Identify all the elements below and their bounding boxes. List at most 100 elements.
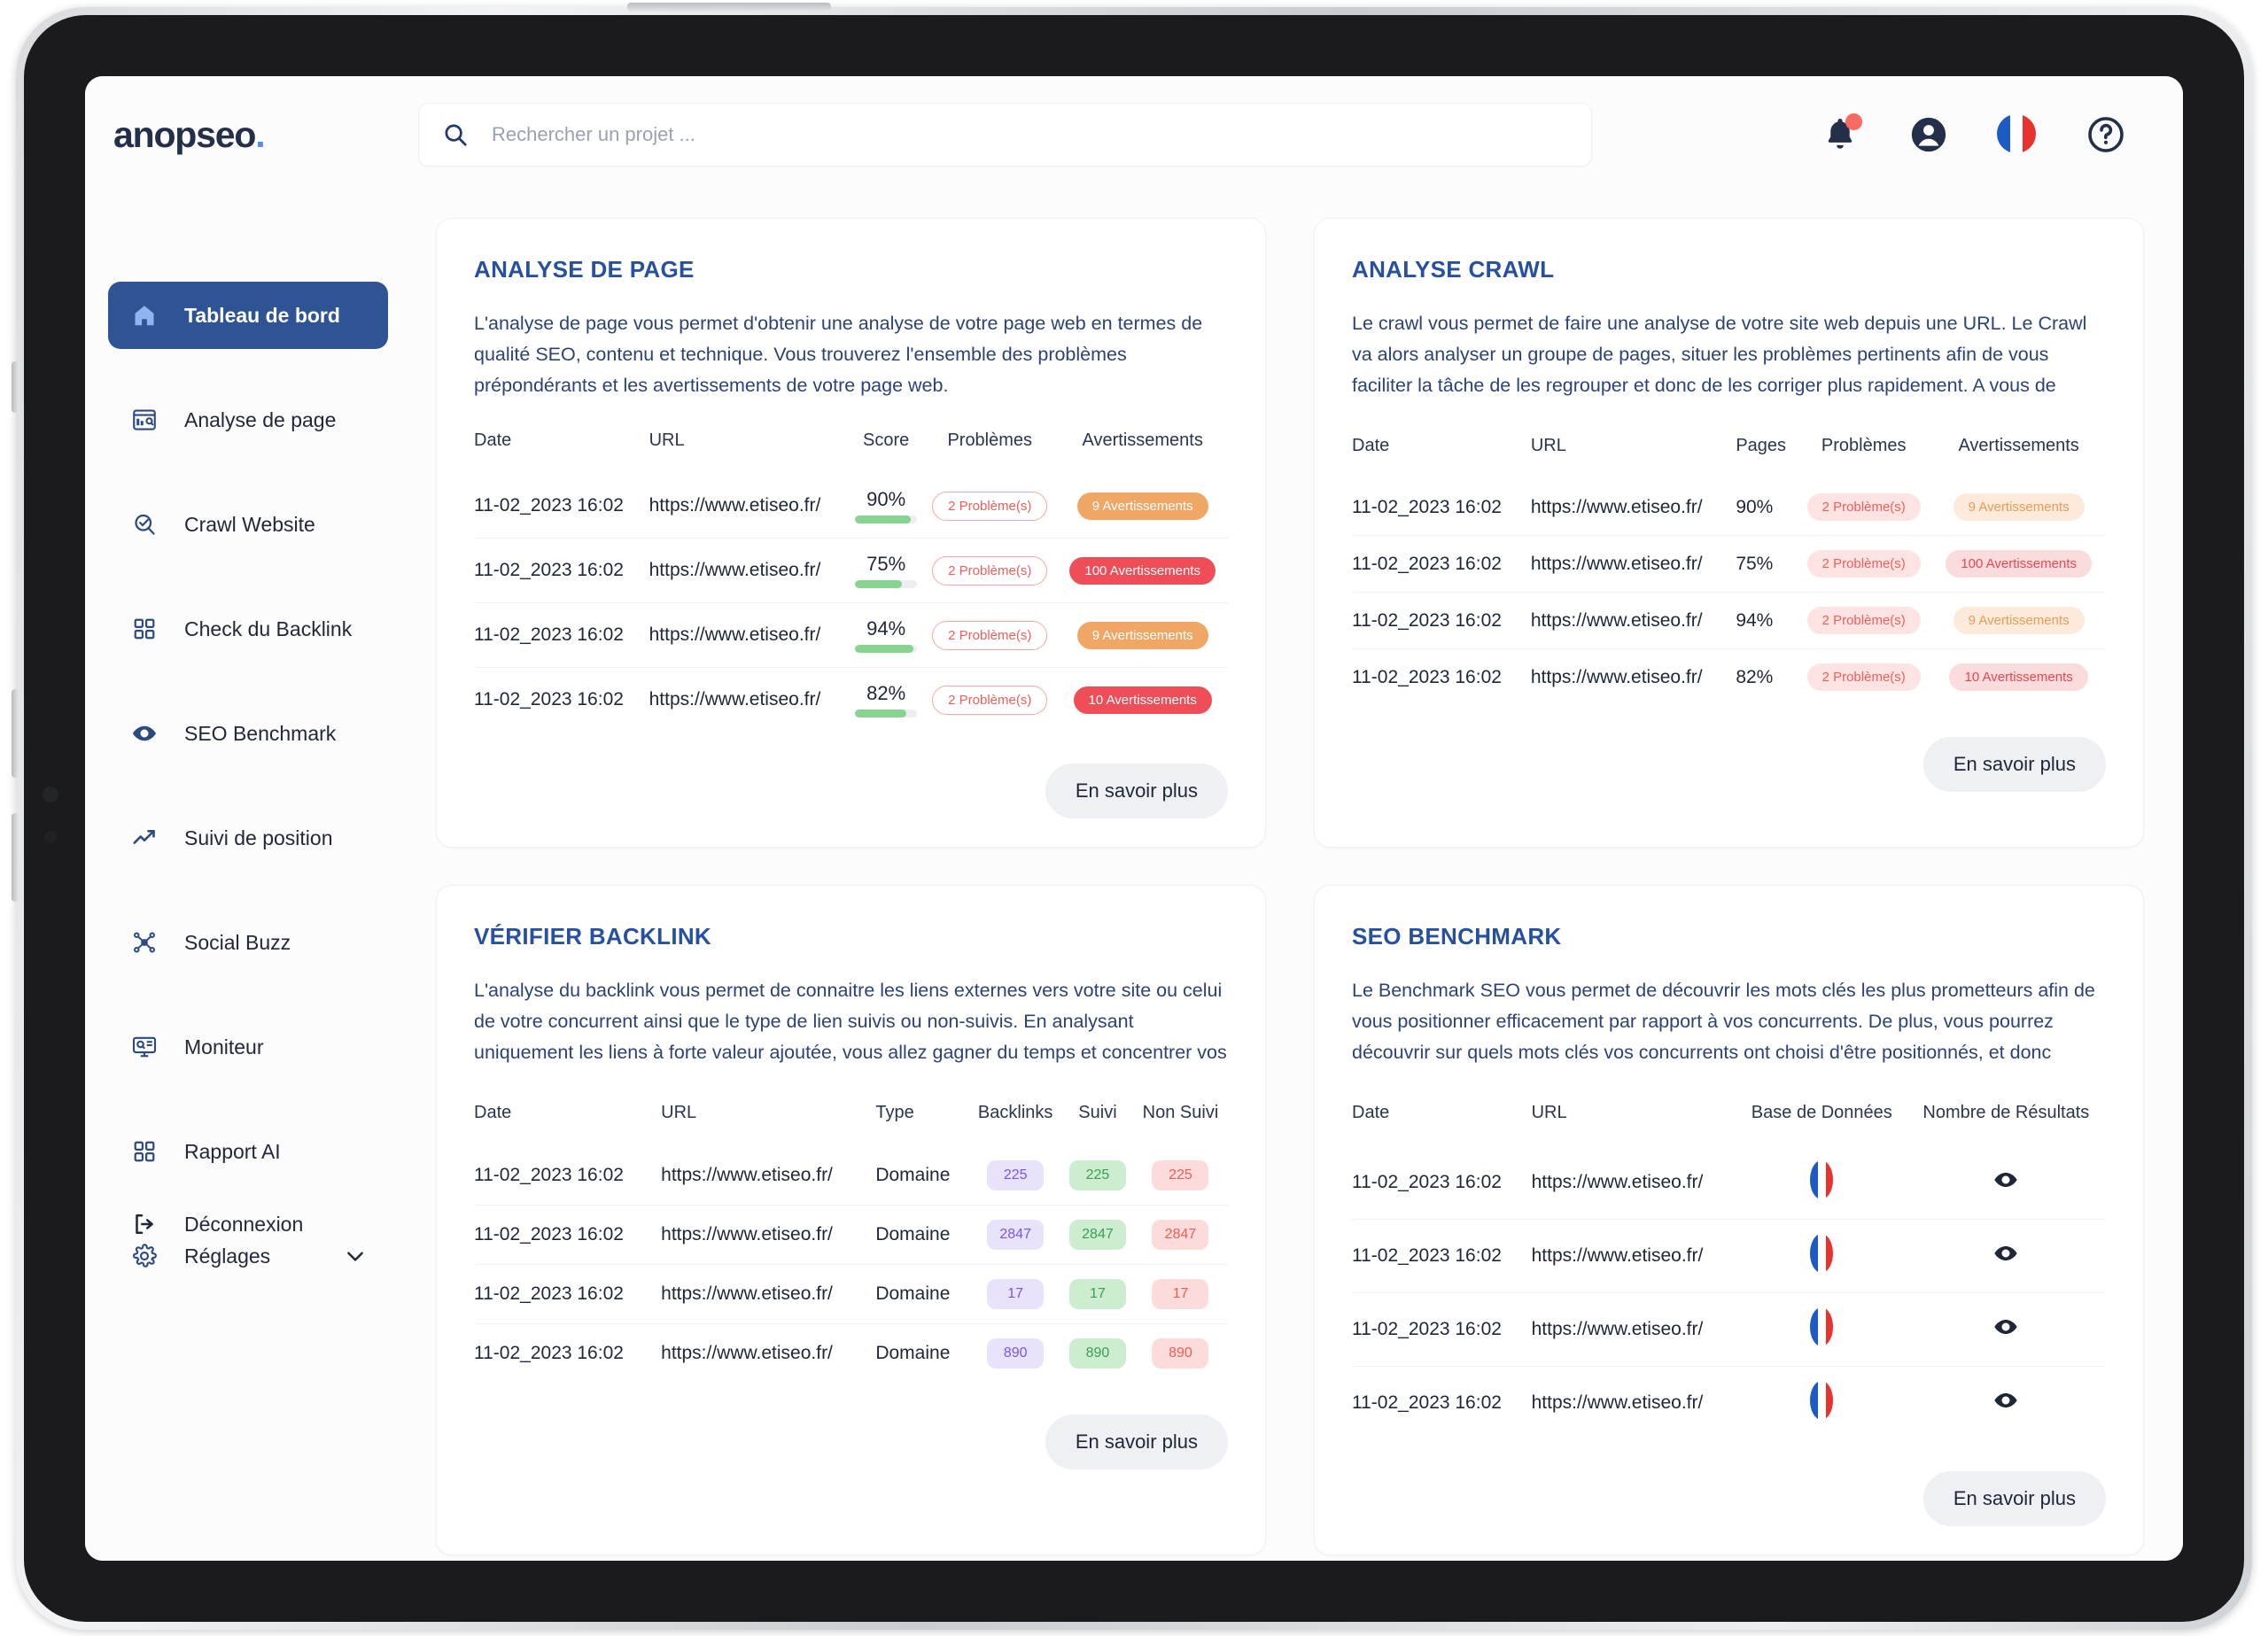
table-row[interactable]: 11-02_2023 16:02 https://www.etiseo.fr/ … [474, 538, 1228, 603]
table-row[interactable]: 11-02_2023 16:02 https://www.etiseo.fr/ [1352, 1146, 2106, 1220]
sidebar-item-moniteur[interactable]: Moniteur [108, 1013, 388, 1081]
table-row[interactable]: 11-02_2023 16:02 https://www.etiseo.fr/ … [474, 1323, 1228, 1384]
cell-date: 11-02_2023 16:02 [474, 1205, 662, 1265]
french-flag-icon [1810, 1307, 1834, 1347]
grid-icon [129, 614, 159, 644]
cell-problems: 2 Problème(s) [922, 602, 1058, 668]
search-bar[interactable] [418, 103, 1592, 167]
cell-problems: 2 Problème(s) [922, 474, 1057, 539]
warnings-badge: 10 Avertissements [1949, 663, 2088, 691]
sidebar-item-rapport-ai[interactable]: Rapport AI [108, 1118, 388, 1185]
suivi-badge: 2847 [1068, 1220, 1126, 1251]
col-date: Date [474, 1103, 512, 1123]
score-value: 75% [866, 553, 906, 576]
table-row[interactable]: 11-02_2023 16:02 https://www.etiseo.fr/ … [1352, 648, 2106, 705]
brand-logo[interactable]: anopseo. [85, 114, 411, 156]
french-flag-icon [1810, 1234, 1834, 1274]
en-savoir-plus-button[interactable]: En savoir plus [1922, 1471, 2106, 1527]
cell-warnings: 9 Avertissements [1931, 592, 2106, 649]
logout-wrapper: Déconnexion [85, 1190, 411, 1267]
suivi-badge: 17 [1068, 1279, 1126, 1310]
sidebar-item-suivi-de-position[interactable]: Suivi de position [108, 804, 388, 872]
warnings-badge: 9 Avertissements [1953, 607, 2085, 634]
cell-url: https://www.etiseo.fr/ [661, 1264, 876, 1324]
cell-date: 11-02_2023 16:02 [474, 602, 649, 668]
table-row[interactable]: 11-02_2023 16:02 https://www.etiseo.fr/ … [474, 1146, 1228, 1206]
cell-url: https://www.etiseo.fr/ [1531, 1219, 1737, 1293]
backlinks-badge: 17 [987, 1279, 1045, 1310]
card-description: L'analyse du backlink vous permet de con… [474, 980, 1227, 1073]
en-savoir-plus-button[interactable]: En savoir plus [1045, 1415, 1228, 1470]
notifications-bell-icon[interactable] [1820, 113, 1862, 155]
eye-icon[interactable] [1992, 1173, 2019, 1198]
cell-date: 11-02_2023 16:02 [474, 538, 649, 603]
problems-badge: 2 Problème(s) [1806, 663, 1921, 691]
card-footer: En savoir plus [1352, 1471, 2106, 1527]
warnings-badge: 100 Avertissements [1069, 556, 1216, 585]
brand-dot: . [255, 113, 265, 155]
cell-non-suivi: 225 [1133, 1146, 1228, 1206]
backlinks-badge: 890 [987, 1338, 1045, 1369]
help-circle-icon[interactable] [2085, 114, 2126, 155]
table-row[interactable]: 11-02_2023 16:02 https://www.etiseo.fr/ [1352, 1292, 2106, 1367]
table-row[interactable]: 11-02_2023 16:02 https://www.etiseo.fr/ … [474, 1205, 1228, 1265]
table-row[interactable]: 11-02_2023 16:02 https://www.etiseo.fr/ … [1352, 479, 2106, 536]
sidebar-item-deconnexion[interactable]: Déconnexion [108, 1190, 388, 1258]
en-savoir-plus-button[interactable]: En savoir plus [1045, 764, 1228, 819]
french-flag-icon[interactable] [1997, 114, 2038, 155]
search-input[interactable] [492, 123, 1568, 146]
sidebar-item-analyse-de-page[interactable]: Analyse de page [108, 386, 388, 454]
table-row[interactable]: 11-02_2023 16:02 https://www.etiseo.fr/ … [474, 1264, 1228, 1324]
col-results: Nombre de Résultats [1922, 1103, 2090, 1123]
non-suivi-badge: 225 [1152, 1160, 1209, 1191]
eye-icon[interactable] [1992, 1320, 2019, 1345]
table-row[interactable]: 11-02_2023 16:02 https://www.etiseo.fr/ [1352, 1219, 2106, 1293]
sidebar-label: SEO Benchmark [184, 721, 337, 745]
non-suivi-badge: 2847 [1152, 1220, 1209, 1251]
sidebar-label: Suivi de position [184, 826, 333, 849]
card-title: ANALYSE CRAWL [1352, 256, 1555, 283]
cell-date: 11-02_2023 16:02 [1352, 1292, 1532, 1367]
table-row[interactable]: 11-02_2023 16:02 https://www.etiseo.fr/ … [1352, 535, 2106, 593]
card-footer: En savoir plus [474, 764, 1228, 819]
non-suivi-badge: 17 [1152, 1279, 1209, 1310]
card-title: SEO BENCHMARK [1352, 923, 1562, 950]
sidebar-item-tableau-de-bord[interactable]: Tableau de bord [108, 282, 388, 349]
cell-date: 11-02_2023 16:02 [474, 1264, 662, 1324]
score-value: 94% [866, 617, 906, 640]
cell-url: https://www.etiseo.fr/ [649, 495, 821, 516]
cell-url: https://www.etiseo.fr/ [661, 1205, 876, 1265]
backlink-table: Date URL Type Backlinks Suivi Non Suivi … [474, 1103, 1228, 1384]
search-icon [442, 121, 469, 148]
table-row[interactable]: 11-02_2023 16:02 https://www.etiseo.fr/ [1352, 1366, 2106, 1440]
cell-warnings: 9 Avertissements [1931, 479, 2106, 536]
table-row[interactable]: 11-02_2023 16:02 https://www.etiseo.fr/ … [474, 474, 1228, 539]
cell-suivi: 2847 [1061, 1205, 1133, 1265]
eye-icon[interactable] [1992, 1393, 2019, 1418]
sidebar-item-check-du-backlink[interactable]: Check du Backlink [108, 595, 388, 663]
card-description: Le Benchmark SEO vous permet de découvri… [1352, 980, 2095, 1073]
table-row[interactable]: 11-02_2023 16:02 https://www.etiseo.fr/ … [474, 602, 1228, 668]
warnings-badge: 9 Avertissements [1076, 492, 1208, 520]
cell-url: https://www.etiseo.fr/ [649, 602, 850, 668]
user-circle-icon[interactable] [1908, 114, 1949, 155]
eye-icon[interactable] [1992, 1246, 2019, 1271]
cell-database [1736, 1219, 1907, 1293]
en-savoir-plus-button[interactable]: En savoir plus [1922, 737, 2106, 792]
sidebar-label: Social Buzz [184, 930, 291, 954]
cell-problems: 2 Problème(s) [1796, 648, 1932, 705]
table-row[interactable]: 11-02_2023 16:02 https://www.etiseo.fr/ … [1352, 592, 2106, 649]
sidebar-item-crawl-website[interactable]: Crawl Website [108, 491, 388, 558]
cell-date: 11-02_2023 16:02 [474, 495, 624, 516]
cell-type: Domaine [875, 1264, 969, 1324]
cell-pages: 82% [1736, 648, 1797, 705]
table-row[interactable]: 11-02_2023 16:02 https://www.etiseo.fr/ … [474, 667, 1228, 733]
sidebar-item-seo-benchmark[interactable]: SEO Benchmark [108, 700, 388, 767]
sidebar-item-social-buzz[interactable]: Social Buzz [108, 909, 388, 976]
col-pages: Pages [1736, 436, 1787, 455]
col-database: Base de Données [1751, 1103, 1892, 1123]
trend-up-icon [129, 823, 159, 853]
problems-badge: 2 Problème(s) [932, 555, 1048, 585]
cell-date: 11-02_2023 16:02 [1352, 1366, 1532, 1440]
cell-type: Domaine [875, 1165, 951, 1186]
